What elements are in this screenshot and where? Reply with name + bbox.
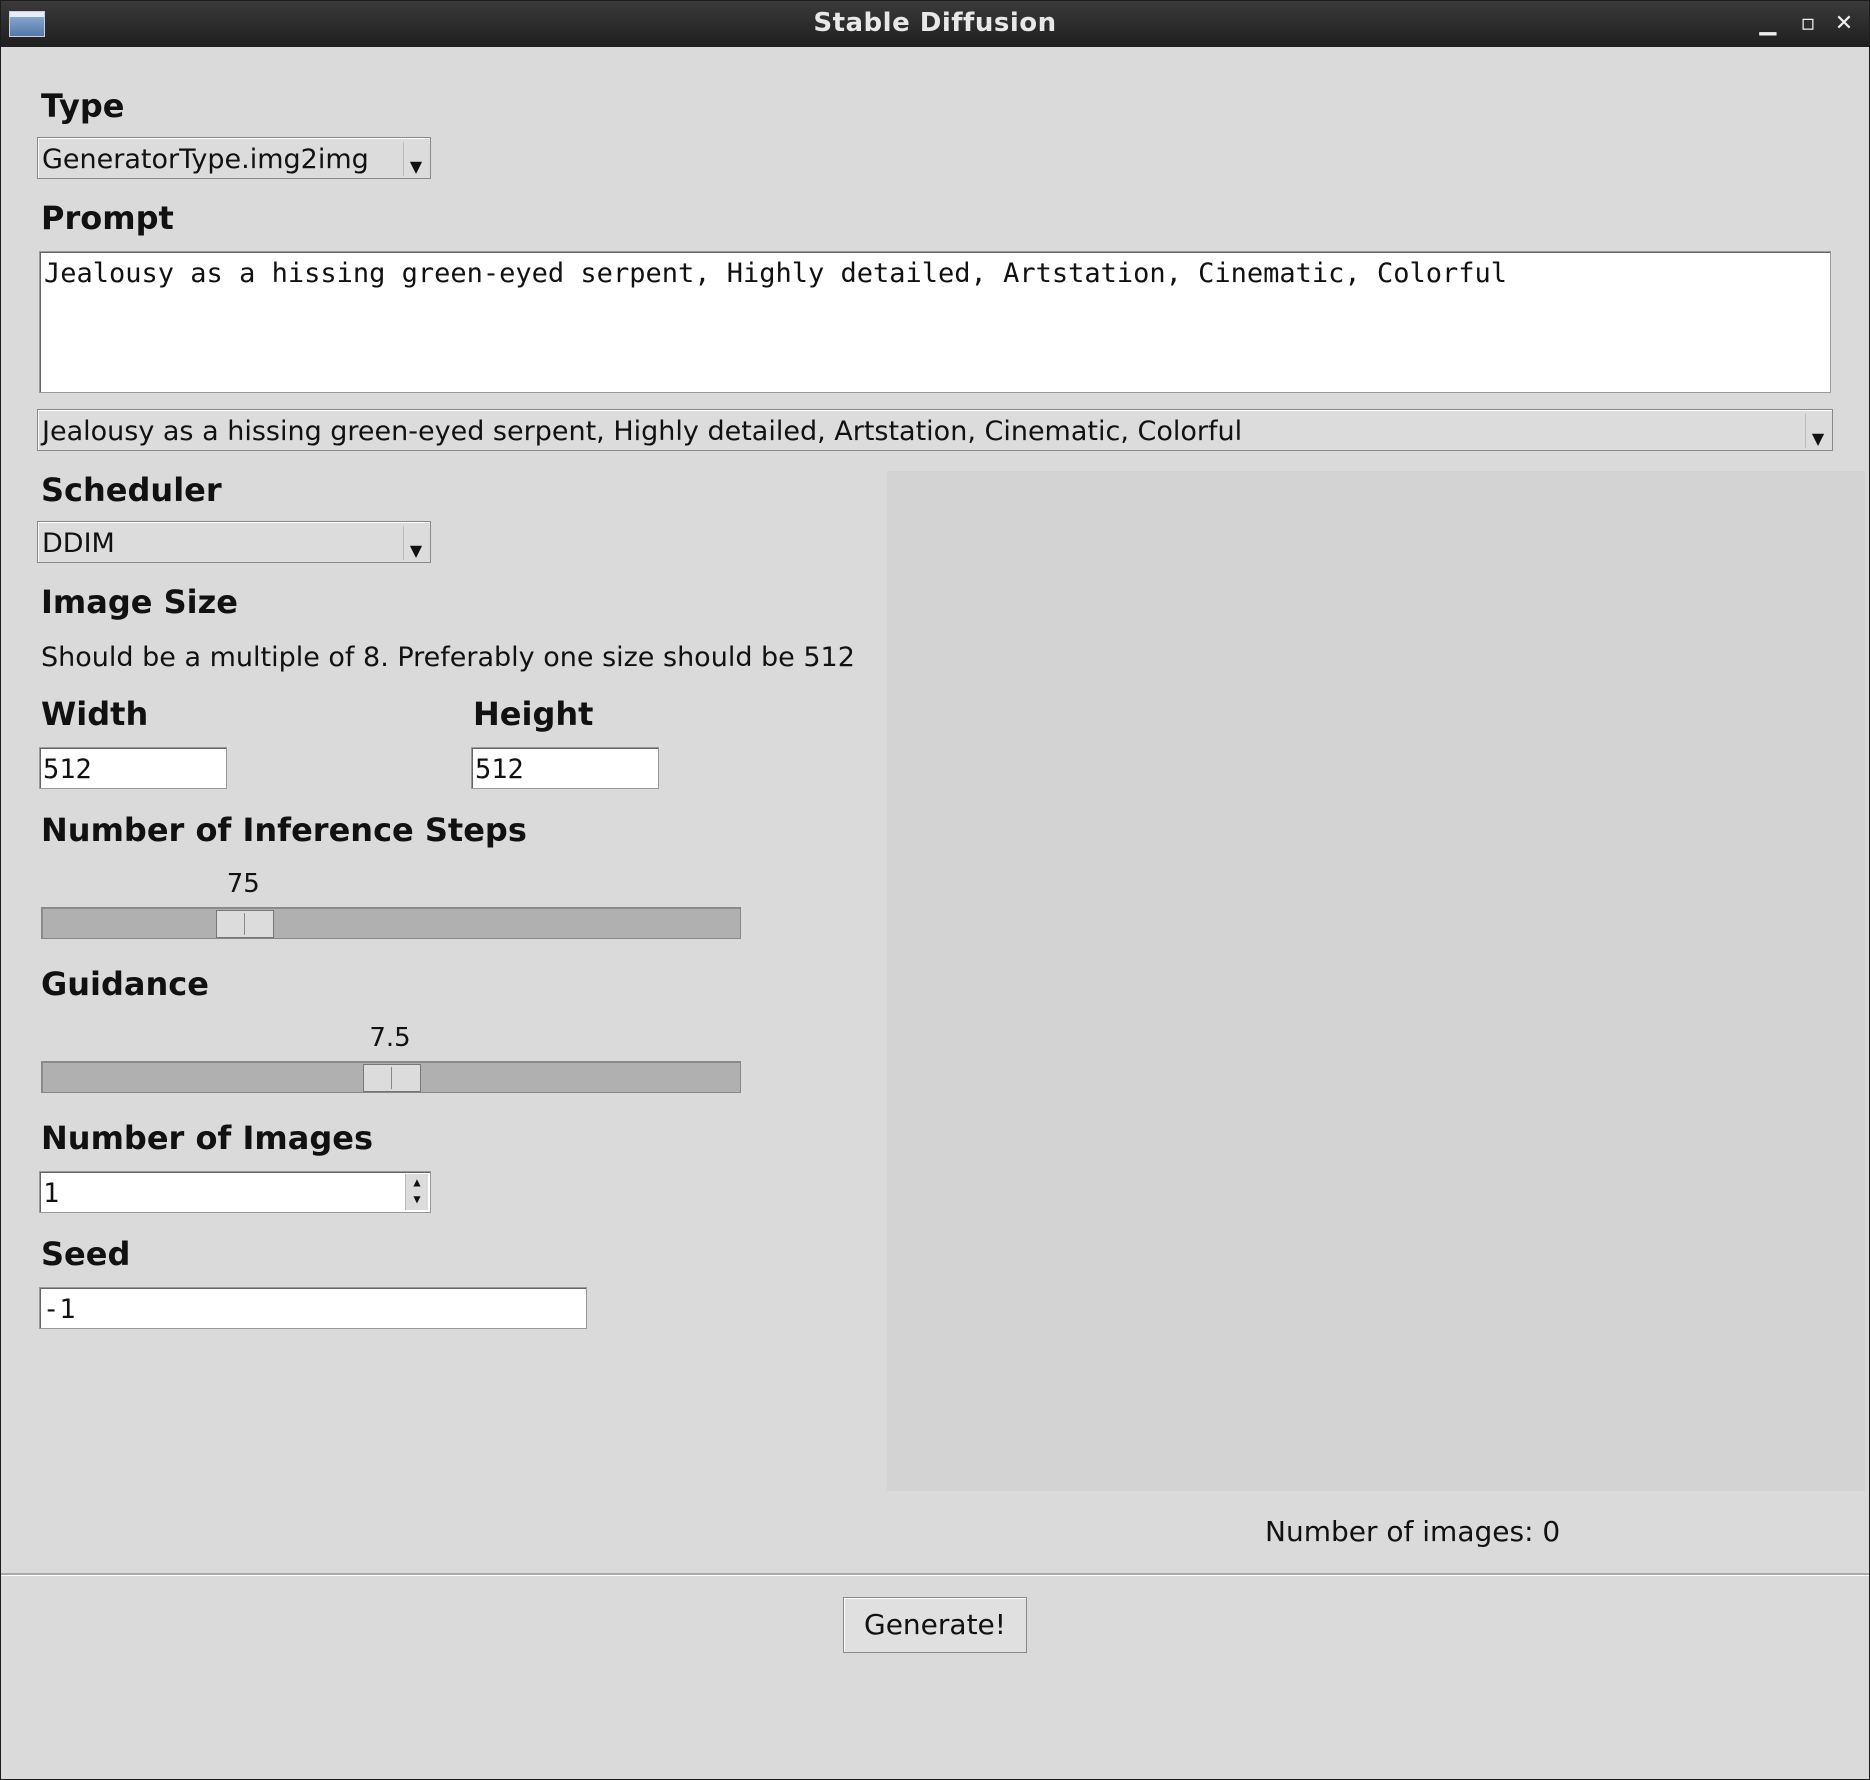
generate-button[interactable]: Generate!: [843, 1597, 1027, 1653]
inference-steps-value: 75: [226, 869, 260, 899]
seed-input-value: -1: [43, 1294, 76, 1325]
type-label: Type: [41, 87, 125, 125]
width-input-value: 512: [43, 754, 92, 785]
prompt-text: Jealousy as a hissing green-eyed serpent…: [44, 258, 1507, 289]
image-preview-area: [887, 471, 1865, 1491]
type-select[interactable]: GeneratorType.img2img ▼: [37, 137, 431, 179]
chevron-down-icon[interactable]: ▼: [1805, 414, 1830, 448]
separator: [1, 1573, 1869, 1576]
inference-steps-slider-handle[interactable]: [216, 910, 275, 938]
height-label: Height: [473, 695, 594, 733]
width-label: Width: [41, 695, 149, 733]
height-input-value: 512: [475, 754, 524, 785]
image-count-text: Number of images: 0: [1265, 1515, 1561, 1548]
num-images-label: Number of Images: [41, 1119, 373, 1157]
close-icon[interactable]: ✕: [1829, 9, 1859, 39]
prompt-textarea[interactable]: Jealousy as a hissing green-eyed serpent…: [39, 251, 1831, 393]
chevron-down-icon[interactable]: ▼: [403, 526, 428, 560]
prompt-label: Prompt: [41, 199, 174, 237]
window-title: Stable Diffusion: [813, 8, 1057, 38]
scheduler-label: Scheduler: [41, 471, 222, 509]
image-size-label: Image Size: [41, 583, 238, 621]
scheduler-select[interactable]: DDIM ▼: [37, 521, 431, 563]
guidance-label: Guidance: [41, 965, 209, 1003]
num-images-value: 1: [43, 1178, 60, 1209]
chevron-down-icon[interactable]: ▼: [403, 142, 428, 176]
seed-label: Seed: [41, 1235, 131, 1273]
prompt-history-select[interactable]: Jealousy as a hissing green-eyed serpent…: [37, 409, 1833, 451]
inference-steps-slider[interactable]: [41, 907, 741, 939]
width-input[interactable]: 512: [39, 747, 227, 789]
app-window: Stable Diffusion ▁ ▫ ✕ Type GeneratorTyp…: [0, 0, 1870, 1780]
spin-arrows-icon[interactable]: ▲ ▼: [405, 1174, 428, 1210]
guidance-value: 7.5: [369, 1023, 411, 1053]
inference-steps-label: Number of Inference Steps: [41, 811, 527, 849]
prompt-history-value: Jealousy as a hissing green-eyed serpent…: [42, 416, 1243, 447]
num-images-spinbox[interactable]: 1 ▲ ▼: [39, 1171, 431, 1213]
type-select-value: GeneratorType.img2img: [42, 144, 369, 175]
minimize-icon[interactable]: ▁: [1753, 9, 1783, 39]
maximize-icon[interactable]: ▫: [1793, 9, 1823, 39]
guidance-slider-handle[interactable]: [363, 1064, 421, 1092]
image-size-hint: Should be a multiple of 8. Preferably on…: [41, 642, 855, 673]
guidance-slider[interactable]: [41, 1061, 741, 1093]
title-bar[interactable]: Stable Diffusion ▁ ▫ ✕: [1, 1, 1869, 47]
scheduler-select-value: DDIM: [42, 528, 115, 559]
seed-input[interactable]: -1: [39, 1287, 587, 1329]
height-input[interactable]: 512: [471, 747, 659, 789]
